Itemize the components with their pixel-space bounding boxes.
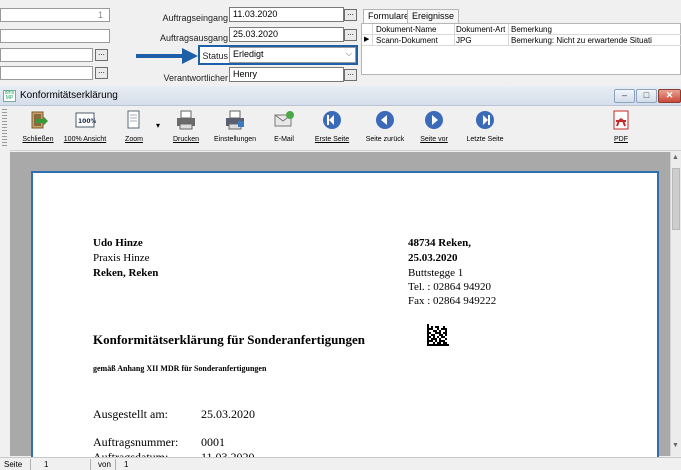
zoom-100-button[interactable]: 100% 100% Ansicht [60, 109, 110, 143]
sender-name: Udo Hinze [93, 237, 143, 249]
zoom-button[interactable]: Zoom [114, 109, 154, 143]
window-title: Konformitätserklärung [20, 90, 118, 101]
auftragseingang-field[interactable]: 11.03.2020 [229, 7, 344, 22]
report-subheading: gemäß Anhang XII MDR für Sonderanfertigu… [93, 364, 267, 373]
scroll-down-icon[interactable]: ▼ [672, 442, 679, 449]
svg-text:100%: 100% [78, 118, 96, 125]
tab-ereignisse[interactable]: Ereignisse [407, 9, 460, 23]
zoom-dropdown-icon[interactable]: ▾ [156, 121, 160, 130]
scroll-up-icon[interactable]: ▲ [672, 154, 679, 161]
status-label: Status [202, 51, 228, 61]
printer-icon [177, 110, 195, 130]
grid-cell-name[interactable]: Scann-Dokument [376, 36, 438, 45]
auftragseingang-label: Auftragseingang [162, 13, 228, 23]
issued-label: Ausgestellt am: [93, 407, 168, 421]
grid-header-bemerkung[interactable]: Bemerkung [511, 25, 552, 34]
report-window-titlebar[interactable]: dms MP Konformitätserklärung – □ ✕ [0, 86, 681, 106]
order-number-label: Auftragsnummer: [93, 435, 179, 449]
auftragsausgang-lookup-button[interactable]: ... [344, 29, 357, 41]
left-field-1[interactable] [0, 29, 110, 43]
city-line: 48734 Reken, [408, 237, 471, 249]
grid-header-art[interactable]: Dokument-Art [456, 25, 505, 34]
first-page-icon [323, 111, 341, 129]
left-field-3[interactable] [0, 66, 93, 80]
of-label: von [98, 460, 111, 469]
close-button[interactable]: ✕ [658, 89, 681, 103]
auftragseingang-lookup-button[interactable]: ... [344, 9, 357, 21]
fax-line: Fax : 02864 949222 [408, 295, 497, 307]
documents-grid: Dokument-Name Dokument-Art Bemerkung ▶ S… [361, 23, 681, 75]
printer-settings-icon [226, 110, 244, 130]
pdf-icon [613, 110, 629, 130]
report-page: Udo Hinze Praxis Hinze Reken, Reken 4873… [31, 171, 659, 464]
verantwortlicher-lookup-button[interactable]: ... [344, 69, 357, 81]
exit-icon [31, 111, 48, 129]
sender-practice: Praxis Hinze [93, 252, 150, 264]
previous-page-icon [376, 111, 394, 129]
page-value: 1 [44, 460, 49, 469]
date-line: 25.03.2020 [408, 252, 458, 264]
zoom-page-icon [127, 110, 140, 129]
page-label: Seite [4, 460, 23, 469]
auftragsausgang-field[interactable]: 25.03.2020 [229, 27, 344, 42]
qr-code-icon [427, 324, 449, 346]
scrollbar-thumb[interactable] [672, 168, 680, 230]
order-number-value: 0001 [201, 435, 225, 449]
tel-line: Tel. : 02864 94920 [408, 281, 491, 293]
chevron-down-icon: ⌵ [345, 49, 352, 58]
arrow-icon [136, 48, 198, 64]
issued-value: 25.03.2020 [201, 407, 255, 421]
print-button[interactable]: Drucken [166, 109, 206, 143]
app-logo-icon: dms MP [3, 90, 16, 102]
verantwortlicher-field[interactable]: Henry [229, 67, 344, 82]
left-field-2-lookup-button[interactable]: ... [95, 49, 108, 61]
left-field-3-lookup-button[interactable]: ... [95, 67, 108, 79]
status-select[interactable]: Erledigt ⌵ [229, 47, 356, 63]
row-number-field[interactable]: 1 [0, 8, 110, 22]
vertical-scrollbar[interactable]: ▲ ▼ [670, 152, 681, 456]
email-icon [274, 111, 294, 127]
status-bar: Seite 1 von 1 [0, 457, 681, 470]
next-page-button[interactable]: Seite vor [414, 109, 454, 143]
report-toolbar: Schließen 100% 100% Ansicht Zoom ▾ Druck… [10, 107, 681, 151]
row-number-value: 1 [97, 10, 103, 20]
grid-header-name[interactable]: Dokument-Name [376, 25, 436, 34]
report-heading: Konformitätserklärung für Sonderanfertig… [93, 332, 366, 347]
next-page-icon [425, 111, 443, 129]
street-line: Buttstegge 1 [408, 267, 464, 279]
zoom-100-icon: 100% [75, 112, 97, 128]
toolbar-grip[interactable] [2, 109, 7, 147]
grid-cell-bemerkung[interactable]: Bemerkung: Nicht zu erwartende Situati [511, 36, 681, 45]
print-settings-button[interactable]: Einstellungen [212, 109, 258, 143]
close-report-button[interactable]: Schließen [18, 109, 58, 143]
last-page-icon [476, 111, 494, 129]
pdf-button[interactable]: PDF [608, 109, 634, 143]
last-page-button[interactable]: Letzte Seite [460, 109, 510, 143]
maximize-button[interactable]: □ [636, 89, 657, 103]
minimize-button[interactable]: – [614, 89, 635, 103]
first-page-button[interactable]: Erste Seite [310, 109, 354, 143]
auftragsausgang-label: Auftragsausgang [159, 33, 228, 43]
row-selector-icon[interactable]: ▶ [364, 35, 369, 43]
verantwortlicher-label: Verantwortlicher [163, 73, 228, 83]
status-select-value: Erledigt [233, 49, 264, 59]
previous-page-button[interactable]: Seite zurück [360, 109, 410, 143]
sender-city: Reken, Reken [93, 267, 159, 279]
email-button[interactable]: E-Mail [264, 109, 304, 143]
left-field-2[interactable] [0, 48, 93, 62]
of-value: 1 [124, 460, 129, 469]
grid-cell-art[interactable]: JPG [456, 36, 472, 45]
